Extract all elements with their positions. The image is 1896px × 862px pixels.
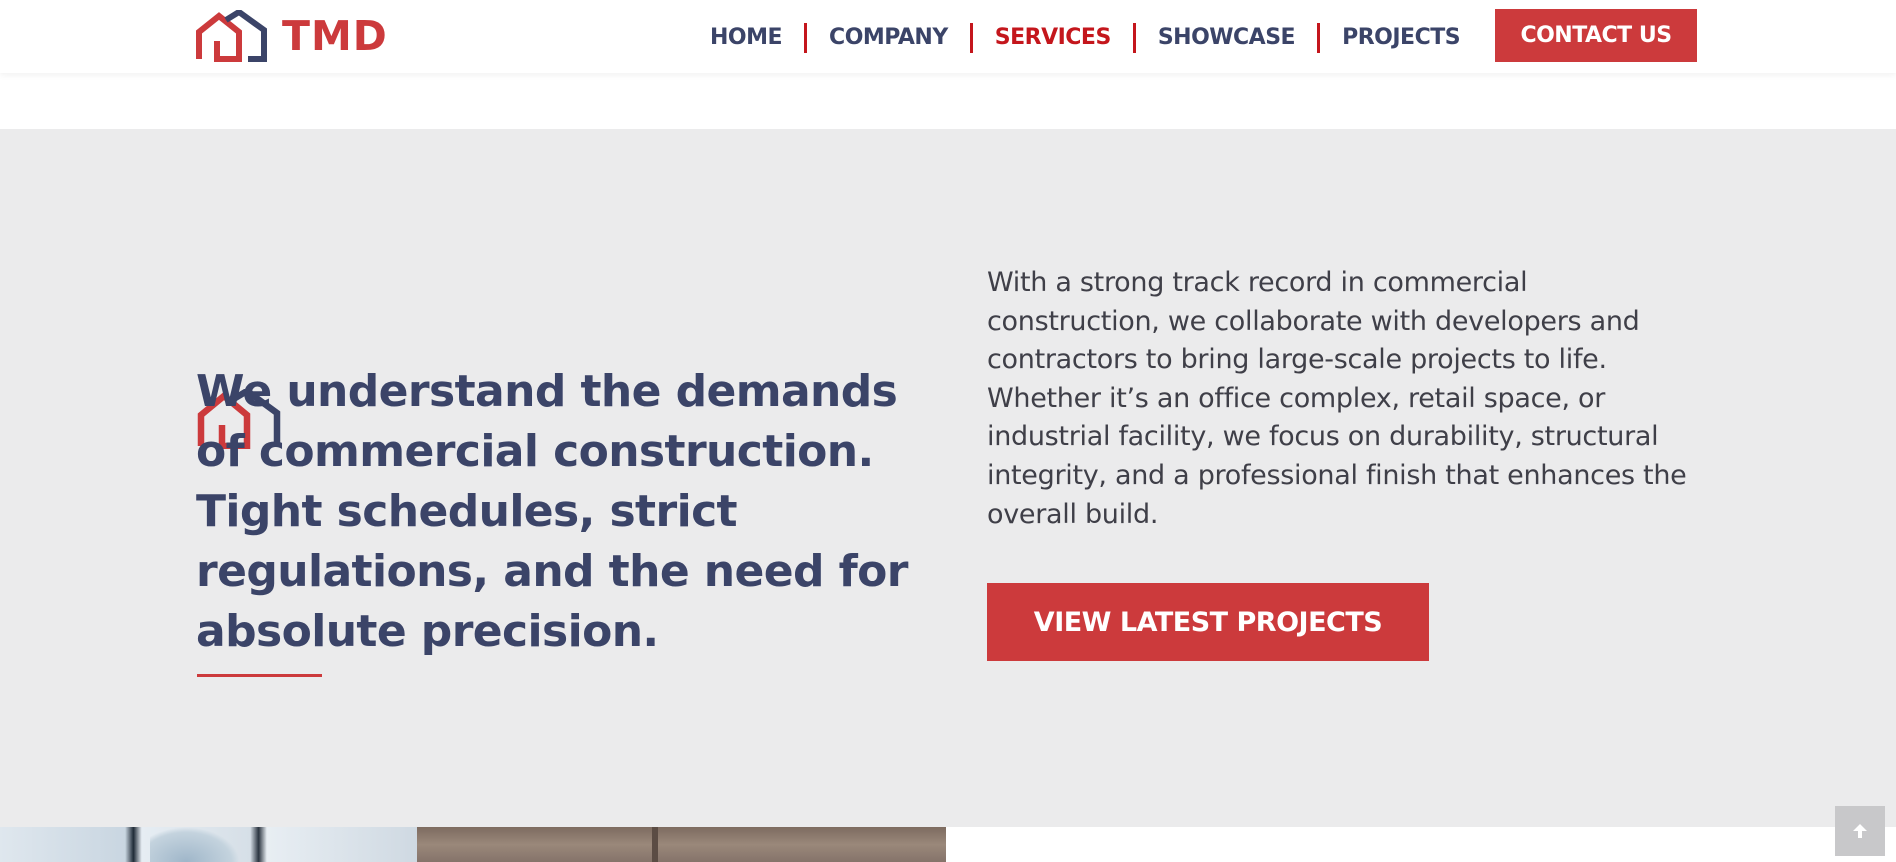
site-header: TMD HOME COMPANY SERVICES SHOWCASE PROJE… [0, 0, 1896, 73]
scroll-to-top-button[interactable] [1835, 806, 1885, 856]
project-image [0, 827, 417, 862]
view-latest-projects-button[interactable]: VIEW LATEST PROJECTS [987, 583, 1429, 661]
contact-us-button[interactable]: CONTACT US [1495, 9, 1697, 62]
section-headline: We understand the demands of commercial … [196, 366, 908, 657]
section-body-text: With a strong track record in commercial… [987, 267, 1687, 530]
nav-company[interactable]: COMPANY [807, 18, 970, 58]
arrow-up-icon [1853, 824, 1867, 838]
project-image [417, 827, 946, 862]
main-nav: HOME COMPANY SERVICES SHOWCASE PROJECTS [688, 18, 1482, 58]
nav-showcase[interactable]: SHOWCASE [1136, 18, 1317, 58]
nav-projects[interactable]: PROJECTS [1320, 18, 1482, 58]
house-logo-icon [196, 10, 267, 62]
nav-home[interactable]: HOME [688, 18, 804, 58]
image-strip [0, 827, 946, 862]
headline-underline [197, 674, 322, 677]
logo-text: TMD [282, 11, 388, 60]
site-logo[interactable]: TMD [196, 8, 388, 64]
nav-services[interactable]: SERVICES [973, 18, 1133, 58]
